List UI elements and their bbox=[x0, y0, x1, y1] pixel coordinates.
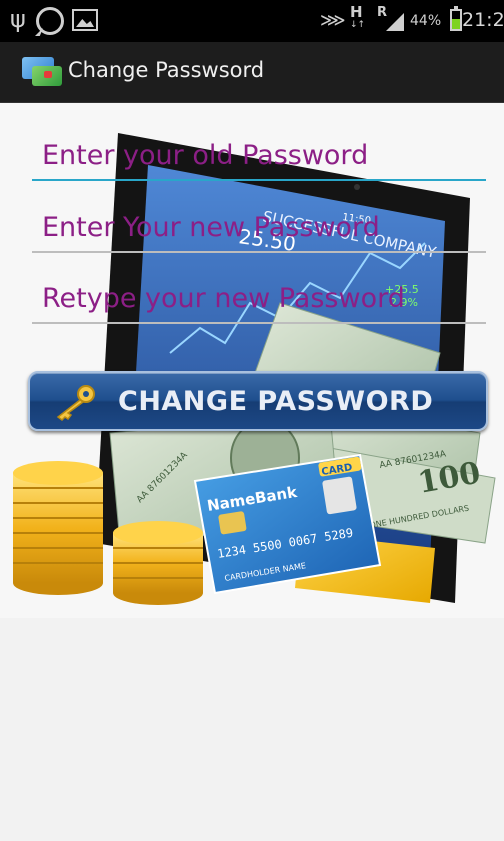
old-password-field[interactable] bbox=[32, 131, 486, 181]
clock: 21:26 bbox=[462, 9, 504, 31]
key-icon bbox=[56, 385, 95, 421]
data-activity-icon: ↓↑ bbox=[350, 20, 366, 30]
battery-percent: 44% bbox=[410, 13, 442, 29]
content-area: SUCCESSFUL COMPANY 25.50 11:50 +25.5 2.9… bbox=[0, 103, 504, 618]
roaming-indicator: R bbox=[377, 5, 388, 20]
mute-icon: ⋙ bbox=[320, 10, 346, 31]
signal-icon bbox=[386, 13, 404, 31]
status-bar: ψ ⋙ H ↓↑ R 44% 21:26 bbox=[0, 0, 504, 42]
usb-icon: ψ bbox=[10, 5, 26, 33]
new-password-input[interactable] bbox=[32, 203, 486, 251]
retype-password-input[interactable] bbox=[32, 274, 486, 322]
credit-cards-icon[interactable] bbox=[22, 57, 62, 87]
page-title: Change Passwsord bbox=[68, 58, 265, 82]
change-password-label: CHANGE PASSWORD bbox=[118, 386, 434, 417]
network-type-indicator: H bbox=[350, 3, 363, 21]
battery-charging-icon bbox=[450, 6, 462, 31]
retype-password-field[interactable] bbox=[32, 274, 486, 324]
whatsapp-icon bbox=[36, 7, 64, 35]
old-password-input[interactable] bbox=[32, 131, 486, 179]
empty-lower-area bbox=[0, 618, 504, 841]
new-password-field[interactable] bbox=[32, 203, 486, 253]
action-bar: Change Passwsord bbox=[0, 42, 504, 103]
change-password-button[interactable]: CHANGE PASSWORD bbox=[28, 371, 488, 431]
screen: ψ ⋙ H ↓↑ R 44% 21:26 Change Passwsord bbox=[0, 0, 504, 841]
gallery-icon bbox=[72, 9, 98, 31]
